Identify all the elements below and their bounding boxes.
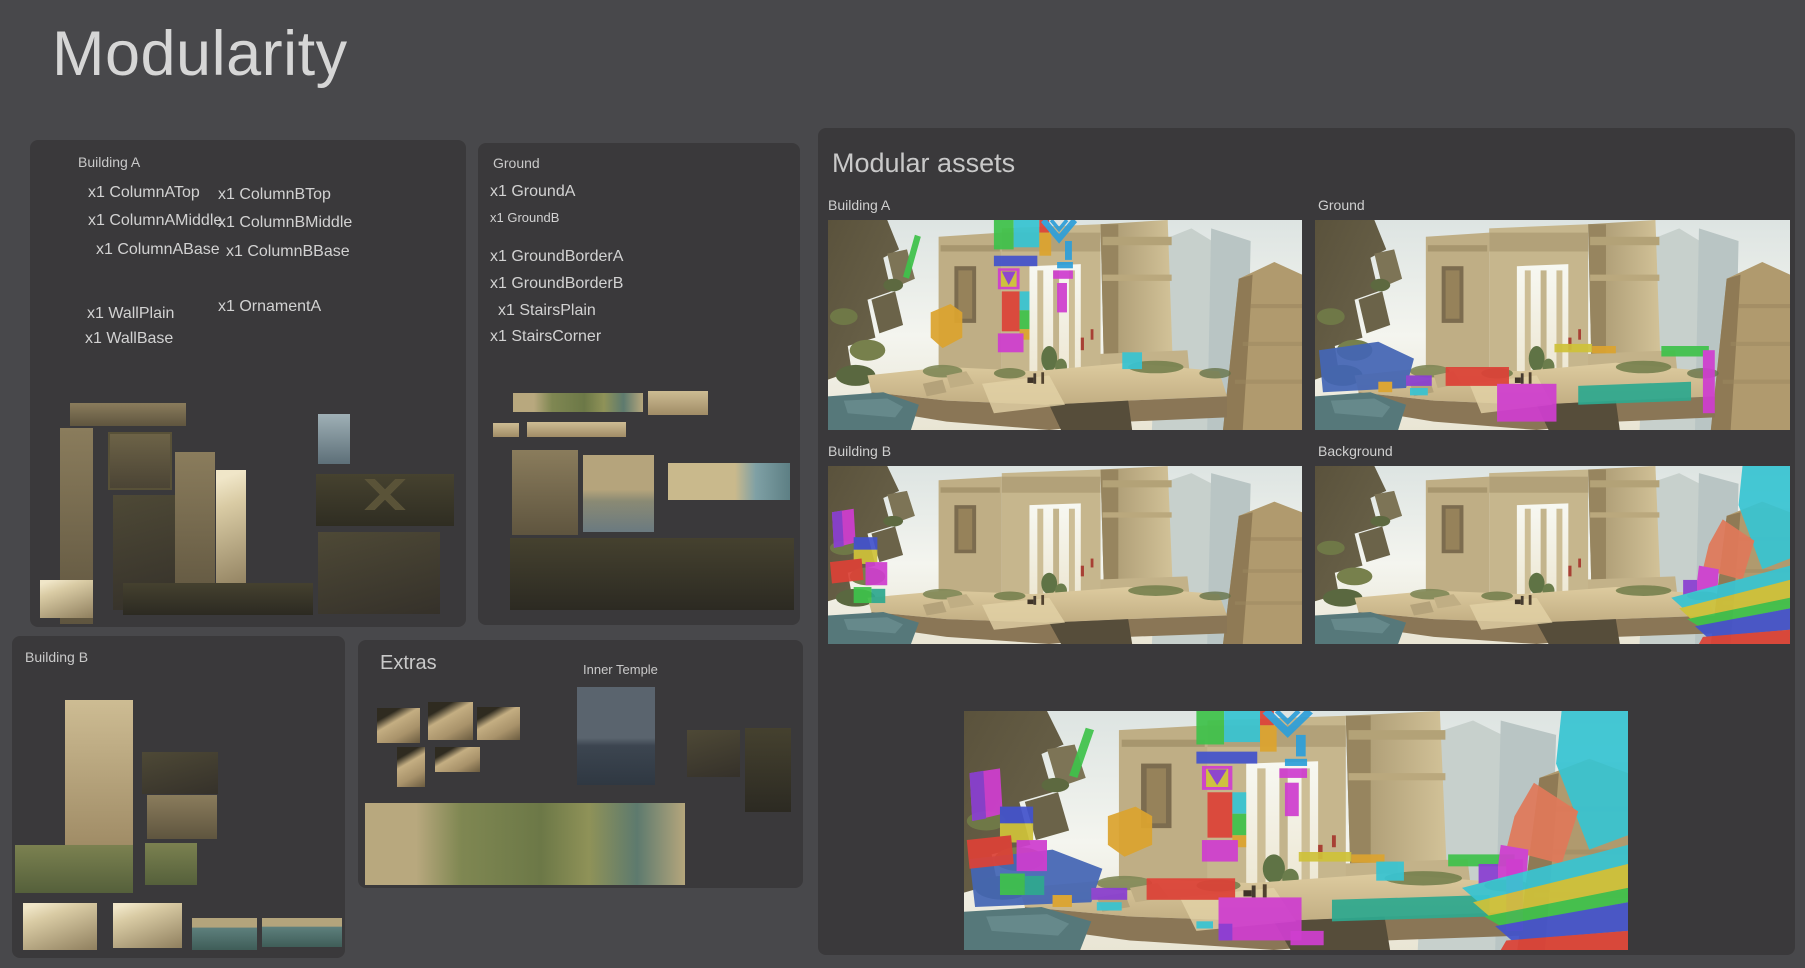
thumbnail-ground-block-a[interactable] xyxy=(493,423,519,437)
thumbnail-column-b-mid[interactable] xyxy=(142,752,218,794)
asset-item: x1 ColumnABase xyxy=(96,241,220,258)
thumbnail-rocks-3[interactable] xyxy=(477,707,520,740)
thumbnail-column-broken[interactable] xyxy=(216,470,246,590)
thumbnail-grass-cliff-wide[interactable] xyxy=(365,803,685,885)
asset-item: x1 GroundBorderB xyxy=(490,275,624,292)
thumbnail-wall-b-b[interactable] xyxy=(113,903,182,948)
panel-building-a: Building A x1 ColumnATop x1 ColumnAMiddl… xyxy=(30,140,466,627)
thumbnail-grass-small[interactable] xyxy=(145,843,197,885)
panel-modular-assets: Modular assets Building A Ground Buildin… xyxy=(818,128,1795,955)
asset-item: x1 ColumnATop xyxy=(88,184,200,201)
image-label-background: Background xyxy=(1318,443,1393,459)
thumbnail-column-b-tall[interactable] xyxy=(65,700,133,846)
scene-image-building-b[interactable] xyxy=(828,466,1302,644)
building-b-header: Building B xyxy=(25,649,89,665)
thumbnail-inner-temple[interactable] xyxy=(577,687,655,785)
thumbnail-rocks-2[interactable] xyxy=(428,702,473,740)
scene-image-building-a[interactable] xyxy=(828,220,1302,430)
asset-item: x1 WallBase xyxy=(85,330,174,347)
scene-image-combined[interactable] xyxy=(964,711,1628,950)
thumbnail-ornament-chevron[interactable] xyxy=(316,474,454,526)
modular-assets-header: Modular assets xyxy=(832,148,1016,178)
asset-item: x1 OrnamentA xyxy=(218,298,322,315)
panel-ground: Ground x1 GroundA x1 GroundB x1 GroundBo… xyxy=(478,143,800,625)
asset-item: x1 StairsCorner xyxy=(490,328,602,345)
thumbnail-rocks-5[interactable] xyxy=(435,747,480,772)
asset-item: x1 ColumnBMiddle xyxy=(218,214,353,231)
image-label-building-b: Building B xyxy=(828,443,892,459)
ground-header: Ground xyxy=(493,155,540,171)
panel-extras: Extras Inner Temple xyxy=(358,640,803,888)
building-a-header: Building A xyxy=(78,154,141,170)
image-label-ground: Ground xyxy=(1318,197,1365,213)
thumbnail-rocks-1[interactable] xyxy=(377,708,420,743)
asset-item: x1 ColumnAMiddle xyxy=(88,212,223,229)
scene-image-ground[interactable] xyxy=(1315,220,1790,430)
modularity-board: Modularity Building A x1 ColumnATop x1 C… xyxy=(0,0,1805,968)
thumbnail-wall-base-wide[interactable] xyxy=(123,583,313,615)
thumbnail-ground-block-b[interactable] xyxy=(527,422,626,437)
inner-temple-label: Inner Temple xyxy=(583,662,658,677)
thumbnail-stairs-plain[interactable] xyxy=(583,455,654,532)
asset-item: x1 ColumnBTop xyxy=(218,186,331,203)
page-title: Modularity xyxy=(52,19,348,89)
thumbnail-extra-dark-a[interactable] xyxy=(687,730,740,777)
thumbnail-grass-wide[interactable] xyxy=(15,845,133,893)
thumbnail-ground-border[interactable] xyxy=(668,463,790,500)
thumbnail-extra-dark-b[interactable] xyxy=(745,728,791,812)
thumbnail-lintel[interactable] xyxy=(70,403,186,426)
thumbnail-water-a[interactable] xyxy=(192,918,257,950)
thumbnail-stairs-corner[interactable] xyxy=(512,450,578,535)
asset-item: x1 WallPlain xyxy=(87,305,175,322)
thumbnail-column-b-low[interactable] xyxy=(147,795,217,839)
thumbnail-ground-wide[interactable] xyxy=(510,538,794,610)
extras-header: Extras xyxy=(380,652,437,674)
asset-item: x1 GroundA xyxy=(490,183,576,200)
asset-item: x1 StairsPlain xyxy=(498,302,596,319)
scene-image-background[interactable] xyxy=(1315,466,1790,644)
thumbnail-capital-blue[interactable] xyxy=(318,414,350,464)
thumbnail-water-b[interactable] xyxy=(262,918,342,947)
asset-item: x1 ColumnBBase xyxy=(226,243,350,260)
thumbnail-capital-carved[interactable] xyxy=(108,432,172,490)
asset-item: x1 GroundBorderA xyxy=(490,248,624,265)
thumbnail-wall-pieces[interactable] xyxy=(318,532,440,614)
thumbnail-ground-strip-b[interactable] xyxy=(648,391,708,415)
thumbnail-wall-base-lit[interactable] xyxy=(40,580,93,618)
thumbnail-rocks-4[interactable] xyxy=(397,747,425,787)
asset-item: x1 GroundB xyxy=(490,210,560,225)
panel-building-b: Building B xyxy=(12,636,345,958)
image-label-building-a: Building A xyxy=(828,197,891,213)
thumbnail-wall-b-a[interactable] xyxy=(23,903,97,950)
thumbnail-ground-strip[interactable] xyxy=(513,393,643,412)
